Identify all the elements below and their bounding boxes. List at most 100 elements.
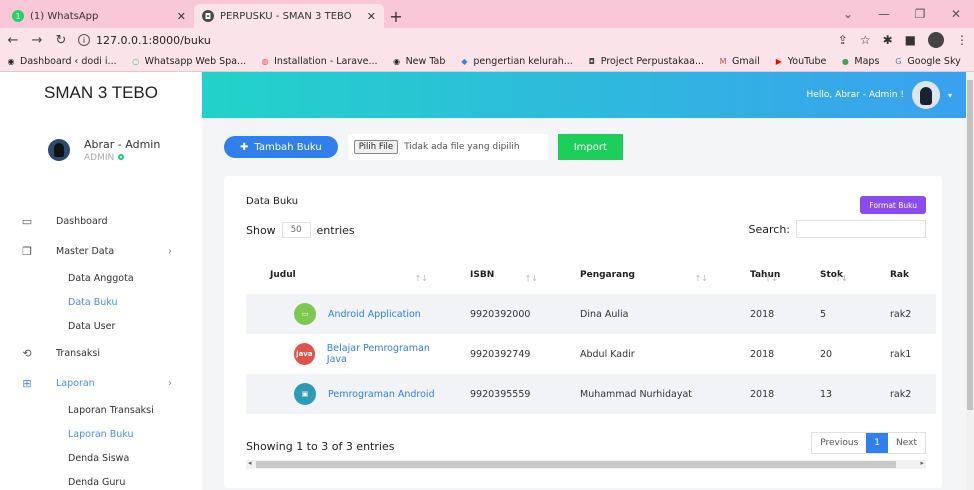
new-tab-button[interactable]: + bbox=[384, 4, 408, 28]
previous-button[interactable]: Previous bbox=[812, 433, 866, 453]
browser-tab-whatsapp[interactable]: 1 (1) WhatsApp ✕ bbox=[4, 4, 194, 28]
sidebar-item-label: Laporan bbox=[56, 377, 95, 389]
avatar[interactable] bbox=[911, 81, 940, 109]
minimize-icon[interactable]: — bbox=[866, 7, 902, 21]
choose-file-button[interactable]: Pilih File bbox=[353, 140, 399, 154]
browser-actions: ⇪ ☆ ✱ ■ ⋮ bbox=[838, 32, 968, 48]
bookmark-item[interactable]: ◉ New Tab bbox=[392, 56, 445, 67]
online-status-icon bbox=[118, 154, 125, 160]
file-status: Tidak ada file yang dipilih bbox=[404, 142, 520, 152]
column-header-stok[interactable]: Stok ↑↓ bbox=[796, 256, 866, 294]
bookmark-item[interactable]: ▶ YouTube bbox=[774, 56, 827, 67]
bookmark-item[interactable]: M Gmail bbox=[718, 56, 760, 67]
chevron-right-icon: › bbox=[168, 377, 172, 389]
book-title-link[interactable]: Pemrograman Android bbox=[328, 389, 435, 400]
column-header-rak[interactable]: Rak bbox=[866, 256, 936, 294]
bookmark-item[interactable]: ◘ Project Perpustakaa... bbox=[587, 56, 704, 67]
scroll-left-icon[interactable]: ◂ bbox=[248, 459, 252, 467]
sidebar-subitem-denda-guru[interactable]: Denda Guru bbox=[0, 470, 202, 490]
sort-icon: ↑↓ bbox=[524, 274, 538, 283]
column-header-pengarang[interactable]: Pengarang ↑↓ bbox=[556, 256, 726, 294]
header-label: ISBN bbox=[470, 270, 495, 280]
bookmark-item[interactable]: ◆ pengertian kelurah... bbox=[459, 56, 572, 67]
monitor-icon: ▭ bbox=[21, 214, 33, 228]
cell-stok: 13 bbox=[796, 374, 866, 414]
book-title-link[interactable]: Android Application bbox=[328, 309, 421, 320]
sidebar-subitem-denda-siswa[interactable]: Denda Siswa bbox=[0, 446, 202, 470]
column-header-isbn[interactable]: ISBN ↑↓ bbox=[446, 256, 556, 294]
bookmark-item[interactable]: G Google Sky bbox=[893, 56, 960, 67]
header-label: Judul bbox=[270, 270, 296, 280]
file-input[interactable]: Pilih File Tidak ada file yang dipilih bbox=[347, 134, 548, 160]
sidebar-subitem-laporan-buku[interactable]: Laporan Buku bbox=[0, 422, 202, 446]
cell-judul: ▭ Android Application bbox=[246, 294, 446, 334]
horizontal-scrollbar[interactable]: ◂ ▸ bbox=[246, 459, 926, 469]
close-window-icon[interactable]: ✕ bbox=[938, 7, 974, 21]
add-book-button[interactable]: ✚ Tambah Buku bbox=[224, 136, 338, 158]
search-input[interactable] bbox=[796, 220, 926, 238]
bookmark-item[interactable]: ◉ Dashboard ‹ dodi i... bbox=[6, 56, 117, 67]
bookmark-icon: ◉ bbox=[393, 57, 401, 66]
book-title-link[interactable]: Belajar Pemrograman Java bbox=[327, 343, 446, 365]
format-book-button[interactable]: Format Buku bbox=[860, 196, 926, 214]
column-header-tahun[interactable]: Tahun ↑↓ bbox=[726, 256, 796, 294]
card-title: Data Buku bbox=[246, 196, 299, 207]
book-cover-icon: ▭ bbox=[294, 303, 316, 325]
sidepanel-icon[interactable]: ■ bbox=[905, 33, 916, 47]
page-1-button[interactable]: 1 bbox=[866, 433, 889, 453]
book-title-cell: ▭ Android Application bbox=[270, 303, 446, 325]
chevron-right-icon: › bbox=[168, 245, 172, 257]
bookmark-item[interactable]: ○ Whatsapp Web Spa... bbox=[131, 56, 247, 67]
profile-avatar[interactable] bbox=[928, 32, 944, 48]
sidebar-subitem-data-buku[interactable]: Data Buku bbox=[0, 290, 202, 314]
sidebar-subitem-data-user[interactable]: Data User bbox=[0, 314, 202, 338]
bookmark-item[interactable]: ◍ Installation - Larave... bbox=[260, 56, 378, 67]
reload-icon[interactable]: ↻ bbox=[54, 33, 68, 48]
sidebar-item-laporan[interactable]: ⊞ Laporan › bbox=[0, 368, 202, 398]
url-field[interactable]: i 127.0.0.1:8000/buku bbox=[78, 34, 828, 47]
close-icon[interactable]: ✕ bbox=[367, 10, 376, 23]
scroll-right-icon[interactable]: ▸ bbox=[920, 459, 924, 467]
brand[interactable]: SMAN 3 TEBO bbox=[0, 72, 202, 114]
vertical-scrollbar[interactable] bbox=[966, 72, 974, 490]
action-bar: ✚ Tambah Buku Pilih File Tidak ada file … bbox=[224, 134, 623, 160]
sidebar-item-transaksi[interactable]: ⟲ Transaksi bbox=[0, 338, 202, 368]
cell-rak: rak2 bbox=[866, 374, 936, 414]
share-icon[interactable]: ⇪ bbox=[838, 33, 848, 47]
app: SMAN 3 TEBO Abrar - Admin ADMIN ▭ Dashbo… bbox=[0, 72, 974, 490]
user-name: Abrar - Admin bbox=[84, 137, 161, 151]
next-button[interactable]: Next bbox=[888, 433, 925, 453]
star-icon[interactable]: ☆ bbox=[860, 33, 871, 47]
browser-tab-perpusku[interactable]: ◘ PERPUSKU - SMAN 3 TEBO ✕ bbox=[194, 4, 384, 28]
scroll-thumb[interactable] bbox=[967, 80, 973, 410]
bookmark-icon: G bbox=[895, 57, 902, 66]
sidebar-item-master-data[interactable]: ❐ Master Data › bbox=[0, 236, 202, 266]
app-icon: ◘ bbox=[202, 10, 214, 22]
sidebar-item-dashboard[interactable]: ▭ Dashboard bbox=[0, 206, 202, 236]
caret-down-icon[interactable]: ▾ bbox=[948, 91, 952, 100]
import-button[interactable]: Import bbox=[557, 134, 623, 160]
extensions-icon[interactable]: ✱ bbox=[883, 33, 893, 47]
close-icon[interactable]: ✕ bbox=[177, 10, 186, 23]
back-icon[interactable]: ← bbox=[6, 33, 20, 48]
restore-icon[interactable]: ❐ bbox=[902, 7, 938, 21]
book-cover-icon: java bbox=[294, 343, 315, 365]
sort-icon: ↑↓ bbox=[414, 274, 428, 283]
bookmark-item[interactable]: ● Maps bbox=[840, 56, 880, 67]
forward-icon[interactable]: → bbox=[30, 33, 44, 48]
column-header-judul[interactable]: Judul ↑↓ bbox=[246, 256, 446, 294]
chevron-down-icon[interactable]: ⌄ bbox=[830, 7, 866, 21]
cell-tahun: 2018 bbox=[726, 374, 796, 414]
bookmark-label: Whatsapp Web Spa... bbox=[144, 56, 247, 67]
sidebar-subitem-laporan-transaksi[interactable]: Laporan Transaksi bbox=[0, 398, 202, 422]
info-icon[interactable]: i bbox=[78, 34, 90, 46]
scroll-thumb[interactable] bbox=[256, 461, 896, 468]
menu-icon[interactable]: ⋮ bbox=[956, 33, 968, 47]
cell-judul: ▣ Pemrograman Android bbox=[246, 374, 446, 414]
bookmark-icon: ● bbox=[841, 57, 849, 66]
table-row: java Belajar Pemrograman Java 9920392749 Ab… bbox=[246, 334, 936, 374]
cell-tahun: 2018 bbox=[726, 294, 796, 334]
entries-select[interactable]: 50 bbox=[281, 222, 311, 238]
table-row: ▭ Android Application 9920392000 Dina Aulia… bbox=[246, 294, 936, 334]
sidebar-subitem-data-anggota[interactable]: Data Anggota bbox=[0, 266, 202, 290]
